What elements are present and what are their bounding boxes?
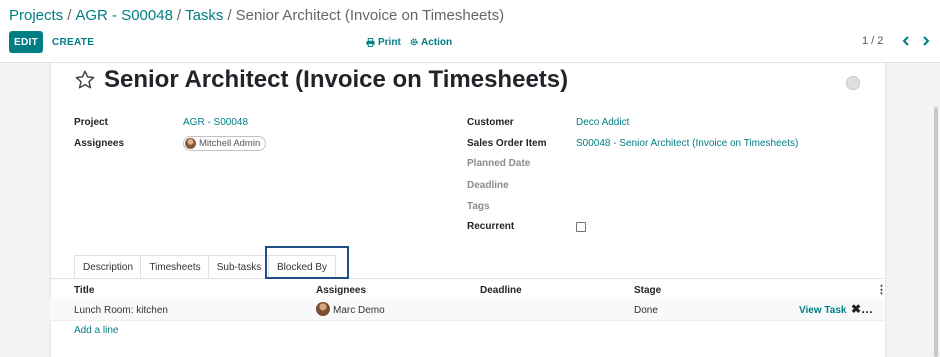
print-label: Print (378, 36, 401, 48)
column-title[interactable]: Title (74, 285, 94, 296)
gear-icon (410, 38, 418, 46)
project-value[interactable]: AGR - S00048 (183, 117, 248, 128)
deadline-label: Deadline (467, 180, 509, 191)
breadcrumb-separator: / (227, 7, 232, 24)
row-stage[interactable]: Done (634, 305, 658, 316)
assignee-name: Mitchell Admin (199, 138, 261, 149)
kebab-icon[interactable]: ⋮ (876, 283, 887, 296)
tab-timesheets[interactable]: Timesheets (140, 255, 210, 278)
view-task-button[interactable]: View Task (799, 305, 846, 316)
project-label: Project (74, 117, 108, 128)
sales-order-item-value[interactable]: S00048 - Senior Architect (Invoice on Ti… (576, 138, 798, 149)
breadcrumb-separator: / (67, 7, 72, 24)
avatar (185, 138, 196, 149)
print-icon (366, 37, 375, 47)
customer-value[interactable]: Deco Addict (576, 117, 629, 128)
star-icon[interactable] (74, 69, 96, 91)
pager-next-button[interactable] (919, 32, 933, 50)
row-title[interactable]: Lunch Room: kitchen (74, 305, 168, 316)
chevron-left-icon (902, 36, 909, 46)
table-row[interactable] (50, 299, 884, 321)
table-header (50, 279, 884, 300)
breadcrumb-project[interactable]: AGR - S00048 (75, 7, 173, 24)
breadcrumb-current: Senior Architect (Invoice on Timesheets) (235, 7, 505, 24)
edit-button[interactable]: EDIT (9, 31, 43, 53)
recurrent-label: Recurrent (467, 221, 515, 232)
scrollbar-thumb[interactable] (934, 107, 938, 357)
assignees-label: Assignees (74, 138, 125, 149)
breadcrumb-tasks[interactable]: Tasks (185, 7, 223, 24)
recurrent-checkbox[interactable] (576, 222, 586, 232)
create-button[interactable]: CREATE (52, 31, 94, 53)
pager-previous-button[interactable] (899, 32, 913, 50)
column-stage[interactable]: Stage (634, 285, 661, 296)
column-assignees[interactable]: Assignees (316, 285, 366, 296)
tab-highlight-box (265, 246, 349, 279)
scrollbar[interactable] (932, 63, 940, 357)
sales-order-item-label: Sales Order Item (467, 138, 547, 149)
close-icon[interactable]: ✖… (851, 302, 873, 316)
customer-label: Customer (467, 117, 514, 128)
chevron-right-icon (923, 36, 930, 46)
row-assignee[interactable]: Marc Demo (333, 305, 385, 316)
action-button[interactable]: Action (410, 31, 452, 53)
tags-label: Tags (467, 201, 490, 212)
action-label: Action (421, 36, 453, 48)
breadcrumb: Projects / AGR - S00048/Tasks / Senior Archi… (9, 7, 504, 24)
kanban-state-indicator[interactable] (846, 76, 860, 90)
tab-sub-tasks[interactable]: Sub-tasks (208, 255, 270, 278)
planned-date-label: Planned Date (467, 158, 531, 169)
column-deadline[interactable]: Deadline (480, 285, 522, 296)
task-title[interactable]: Senior Architect (Invoice on Timesheets) (104, 66, 568, 94)
pager-value[interactable]: 1 / 2 (862, 35, 883, 47)
add-line-link[interactable]: Add a line (74, 325, 118, 336)
print-button[interactable]: Print (366, 31, 401, 53)
breadcrumb-separator: / (176, 7, 182, 24)
breadcrumb-projects[interactable]: Projects (9, 7, 63, 24)
avatar (316, 302, 330, 316)
assignee-tag[interactable]: Mitchell Admin (183, 136, 267, 151)
tab-description[interactable]: Description (74, 255, 142, 278)
